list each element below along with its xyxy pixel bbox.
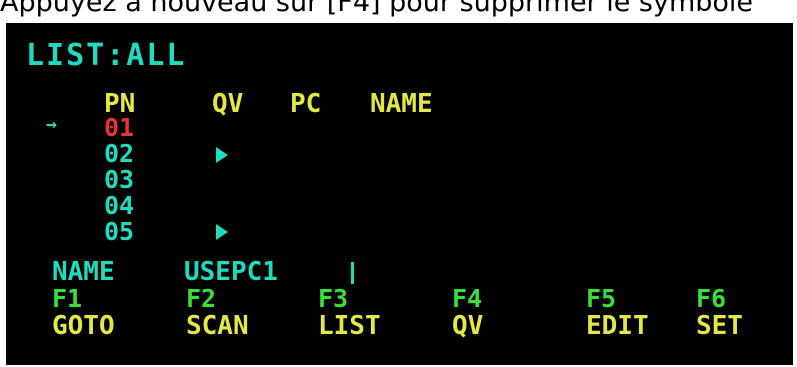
selection-arrow-icon: → — [46, 114, 57, 135]
fkey-label-scan[interactable]: SCAN — [186, 313, 249, 339]
fkey-label-set[interactable]: SET — [696, 313, 743, 339]
fkey-f2[interactable]: F2 — [186, 286, 216, 311]
fkey-label-edit[interactable]: EDIT — [586, 313, 649, 339]
column-header-qv: QV — [212, 89, 244, 119]
port-row-05[interactable]: 05 — [104, 219, 134, 244]
fkey-label-goto[interactable]: GOTO — [52, 313, 115, 339]
fkey-f4[interactable]: F4 — [452, 286, 482, 311]
list-title: LIST:ALL — [26, 38, 187, 73]
fkey-f6[interactable]: F6 — [696, 286, 726, 311]
name-field-input[interactable]: USEPC1 — [184, 259, 278, 285]
port-row-02[interactable]: 02 — [104, 141, 134, 166]
fkey-f3[interactable]: F3 — [318, 286, 348, 311]
text-cursor — [351, 262, 354, 284]
qv-marker-icon — [216, 224, 228, 240]
port-row-04[interactable]: 04 — [104, 193, 134, 218]
column-header-pc: PC — [290, 89, 322, 119]
fkey-f5[interactable]: F5 — [586, 286, 616, 311]
fkey-label-qv[interactable]: QV — [452, 313, 483, 339]
port-row-03[interactable]: 03 — [104, 167, 134, 192]
port-row-01[interactable]: 01 — [104, 115, 134, 140]
fkey-label-list[interactable]: LIST — [318, 313, 381, 339]
fkey-f1[interactable]: F1 — [52, 286, 82, 311]
column-header-name: NAME — [370, 89, 433, 119]
instruction-caption: Appuyez à nouveau sur [F4] pour supprime… — [0, 0, 754, 18]
qv-marker-icon — [216, 147, 228, 163]
osd-screen: LIST:ALL PN QV PC NAME → 01 02 03 04 05 … — [6, 23, 793, 365]
name-field-label: NAME — [52, 257, 115, 287]
